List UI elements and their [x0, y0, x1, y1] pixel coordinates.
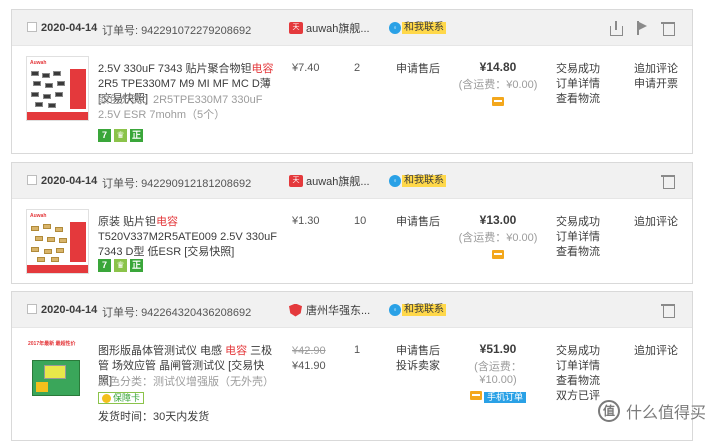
payment-card-icon [469, 391, 482, 400]
order-total: ¥51.90 (含运费：¥10.00) 手机订单 [458, 342, 538, 403]
quantity: 2 [354, 62, 361, 74]
add-review-link[interactable]: 追加评论 [634, 62, 678, 77]
shield-shop-icon [289, 303, 302, 317]
unit-price: ¥42.90 ¥41.90 [292, 344, 326, 374]
after-sale-link[interactable]: 申请售后 [396, 62, 440, 77]
product-spec: 颜色分类：2R5TPE330M7 330uF 2.5V ESR 7mohm（5个… [98, 94, 263, 121]
order-date: 2020-04-14 [41, 175, 98, 187]
tmall-icon: 天 [289, 175, 303, 187]
order-total: ¥13.00 (含运费：¥0.00) [458, 213, 538, 262]
shop-link[interactable]: 天 auwah旗舰... [289, 173, 370, 189]
unit-price: ¥7.40 [292, 62, 320, 74]
product-spec: 颜色分类：测试仪增强版（无外壳） [98, 376, 274, 388]
order-total: ¥14.80 (含运费：¥0.00) [458, 60, 538, 109]
watermark: 值 什么值得买 [597, 399, 706, 423]
guarantee-icon: ♛ [114, 259, 127, 272]
order-actions: 交易成功 订单详情 查看物流 双方已评 [556, 344, 600, 404]
current-price: ¥41.90 [292, 360, 326, 372]
order-number: 订单号: 942291072279208692 [102, 25, 252, 37]
order-number: 订单号: 942264320436208692 [102, 307, 252, 319]
after-sale-link[interactable]: 申请售后 [396, 215, 440, 230]
view-logistics-link[interactable]: 查看物流 [556, 245, 600, 260]
smzdm-logo-icon: 值 [597, 400, 620, 422]
delivery-time: 发货时间：30天内发货 [98, 411, 210, 423]
chat-icon: ◦ [389, 304, 401, 316]
order-card: 2020-04-14 订单号: 942264320436208692 唐州华强东.… [11, 291, 693, 441]
order-detail-link[interactable]: 订单详情 [556, 77, 600, 92]
guarantee-icon: ♛ [114, 129, 127, 142]
order-actions-2: 追加评论 [634, 215, 678, 230]
protection-icon [102, 393, 111, 403]
delete-icon[interactable] [660, 173, 676, 189]
order-actions: 交易成功 订单详情 查看物流 [556, 62, 600, 107]
seven-day-return-icon: 7 [98, 129, 111, 142]
add-review-link[interactable]: 追加评论 [634, 215, 678, 230]
mobile-order-badge: 手机订单 [483, 391, 526, 403]
product-thumbnail[interactable]: Auwah [26, 56, 89, 121]
order-actions: 交易成功 订单详情 查看物流 [556, 215, 600, 260]
quantity: 1 [354, 344, 361, 356]
trade-status: 交易成功 [556, 345, 600, 357]
after-sale-actions: 申请售后 投诉卖家 [396, 344, 440, 374]
original-price: ¥42.90 [292, 345, 326, 357]
trade-status: 交易成功 [556, 63, 600, 75]
delete-icon[interactable] [660, 302, 676, 318]
payment-card-icon [492, 97, 504, 106]
after-sale-link[interactable]: 申请售后 [396, 344, 440, 359]
tmall-icon: 天 [289, 22, 303, 34]
chat-icon: ◦ [389, 175, 401, 187]
order-checkbox[interactable] [27, 304, 37, 314]
product-title[interactable]: 原装 贴片钽电容 T520V337M2R5ATE009 2.5V 330uF 7… [98, 215, 278, 260]
product-thumbnail[interactable]: 2017年最新 最超性价 [26, 338, 89, 403]
contact-seller-button[interactable]: ◦ 和我联系 [389, 304, 446, 316]
order-actions-2: 追加评论 [634, 344, 678, 359]
trade-status: 交易成功 [556, 216, 600, 228]
order-card: 2020-04-14 订单号: 942291072279208692 天 auwah… [11, 9, 693, 154]
contact-seller-button[interactable]: ◦ 和我联系 [389, 22, 446, 34]
protection-card-badge: 保障卡 [98, 392, 145, 404]
share-icon[interactable] [608, 20, 624, 36]
product-thumbnail[interactable]: Auwah [26, 209, 89, 274]
order-detail-link[interactable]: 订单详情 [556, 359, 600, 374]
order-checkbox[interactable] [27, 175, 37, 185]
order-checkbox[interactable] [27, 22, 37, 32]
request-invoice-link[interactable]: 申请开票 [634, 77, 678, 92]
order-header: 2020-04-14 订单号: 942264320436208692 唐州华强东.… [12, 292, 692, 328]
contact-seller-button[interactable]: ◦ 和我联系 [389, 175, 446, 187]
add-review-link[interactable]: 追加评论 [634, 344, 678, 359]
authentic-icon: 正 [130, 259, 143, 272]
order-header: 2020-04-14 订单号: 942290912181208692 天 auwah… [12, 163, 692, 199]
complain-seller-link[interactable]: 投诉卖家 [396, 359, 440, 374]
review-status: 双方已评 [556, 390, 600, 402]
order-detail-link[interactable]: 订单详情 [556, 230, 600, 245]
order-date: 2020-04-14 [41, 22, 98, 34]
shop-link[interactable]: 唐州华强东... [289, 302, 370, 318]
order-number: 订单号: 942290912181208692 [102, 178, 252, 190]
order-header: 2020-04-14 订单号: 942291072279208692 天 auwah… [12, 10, 692, 46]
delete-icon[interactable] [660, 20, 676, 36]
chat-icon: ◦ [389, 22, 401, 34]
unit-price: ¥1.30 [292, 215, 320, 227]
view-logistics-link[interactable]: 查看物流 [556, 374, 600, 389]
seven-day-return-icon: 7 [98, 259, 111, 272]
order-card: 2020-04-14 订单号: 942290912181208692 天 auwah… [11, 162, 693, 284]
view-logistics-link[interactable]: 查看物流 [556, 92, 600, 107]
quantity: 10 [354, 215, 367, 227]
shop-link[interactable]: 天 auwah旗舰... [289, 20, 370, 36]
order-actions-2: 追加评论 申请开票 [634, 62, 678, 92]
payment-card-icon [492, 250, 504, 259]
order-date: 2020-04-14 [41, 304, 98, 316]
flag-icon[interactable] [634, 20, 650, 36]
authentic-icon: 正 [130, 129, 143, 142]
